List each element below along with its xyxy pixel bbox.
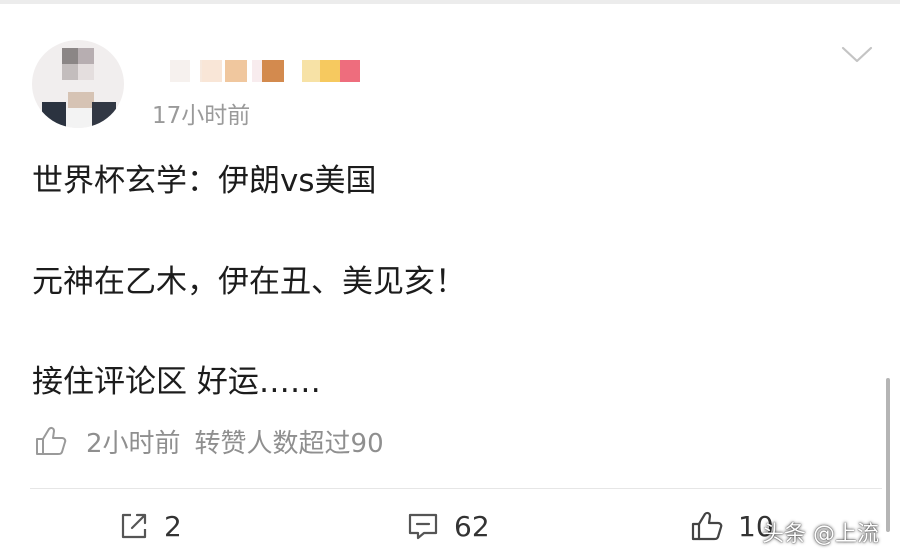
top-divider [0,0,900,4]
share-icon [118,510,150,542]
watermark: 头条 @上流 [762,522,879,547]
action-bar-divider [30,488,882,489]
thumbs-up-icon [690,509,724,543]
meta-time: 2小时前 [86,428,181,459]
comment-count: 62 [454,509,490,543]
scrollbar[interactable] [886,378,890,532]
post-line-1: 世界杯玄学：伊朗vs美国 [32,163,377,199]
meta-repost-likes-text: 转赞人数超过90 [194,428,384,459]
chevron-down-icon[interactable] [838,42,876,68]
post-time: 17小时前 [152,103,251,129]
thumbs-up-icon [34,424,68,458]
post-line-2: 元神在乙木，伊在丑、美见亥！ [32,264,466,300]
repost-count: 2 [164,509,182,543]
avatar[interactable] [32,40,124,128]
comment-icon [406,510,440,542]
post-line-3: 接住评论区 好运…… [32,364,321,400]
repost-button[interactable]: 2 [118,504,182,548]
post-meta-row: 2小时前 转赞人数超过90 [34,424,384,459]
weibo-post-card: 17小时前 世界杯玄学：伊朗vs美国 元神在乙木，伊在丑、美见亥！ 接住评论区 … [0,0,900,559]
comment-button[interactable]: 62 [406,504,490,548]
